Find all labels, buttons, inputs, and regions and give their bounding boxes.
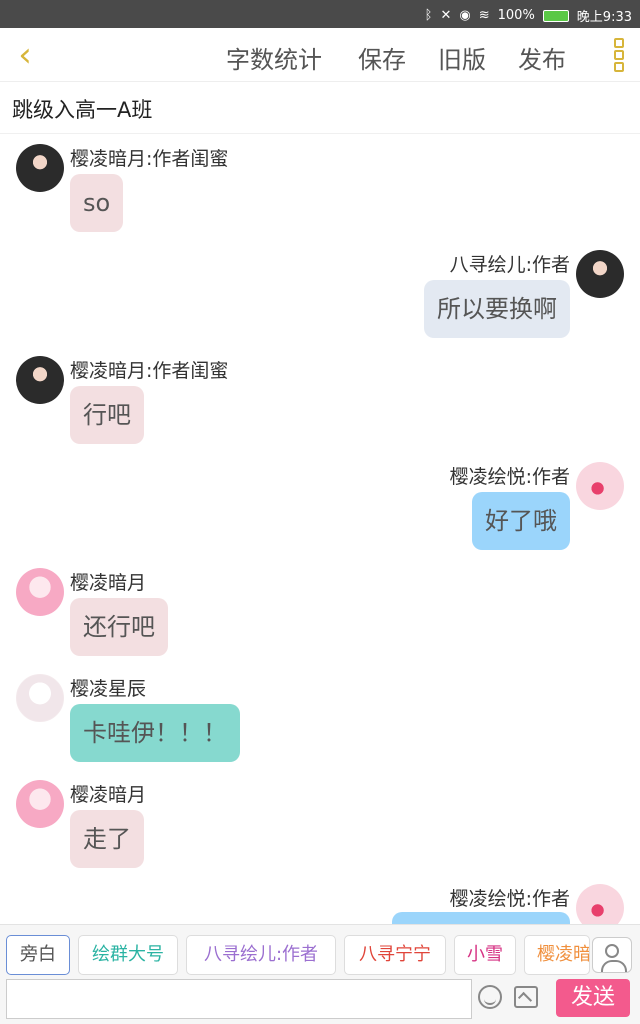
avatar[interactable] [16,674,64,722]
message-input[interactable] [6,979,472,1019]
avatar[interactable] [16,780,64,828]
avatar[interactable] [576,250,624,298]
sender-name: 樱凌绘悦:作者 [449,888,570,910]
status-bar: ᛒ ✕ ◉ ≋ 100% 晚上9:33 [0,0,640,28]
sender-name: 樱凌暗月 [70,784,147,806]
save-button[interactable]: 保存 [358,40,406,75]
eye-icon: ◉ [459,8,471,23]
message-bubble[interactable]: so [70,174,124,232]
sender-name: 樱凌暗月:作者闺蜜 [70,148,229,170]
wifi-icon: ≋ [478,8,490,23]
message-bubble[interactable]: 还行吧 [70,598,168,656]
avatar[interactable] [576,884,624,924]
publish-button[interactable]: 发布 [518,40,566,75]
battery-percent: 100% [497,8,535,23]
message-bubble[interactable]: 好了哦 [472,492,570,550]
back-chevron-icon[interactable]: ‹ [10,38,40,72]
role-chip[interactable]: 旁白 [6,935,70,975]
mute-icon: ✕ [440,8,452,23]
role-chip[interactable]: 八寻绘儿:作者 [186,935,336,975]
message-bubble[interactable]: 所以要换啊 [424,280,570,338]
avatar[interactable] [16,568,64,616]
clock: 晚上9:33 [576,10,632,25]
image-icon[interactable] [514,986,538,1008]
battery-icon [542,9,569,22]
emoji-icon[interactable] [478,985,502,1009]
message-bubble[interactable]: 卡哇伊！！！ [70,704,240,762]
chapter-title-bar: 跳级入高一A班 [0,82,640,134]
user-icon[interactable] [592,937,632,973]
chat-list[interactable]: 樱凌暗月:作者闺蜜 so 八寻绘儿:作者 所以要换啊 樱凌暗月:作者闺蜜 行吧 … [0,134,640,924]
sender-name: 樱凌星辰 [70,678,147,700]
role-chip[interactable]: 八寻宁宁 [344,935,446,975]
word-count-button[interactable]: 字数统计 [226,40,322,75]
role-chip[interactable]: 绘群大号 [78,935,178,975]
old-version-button[interactable]: 旧版 [438,40,486,75]
sender-name: 樱凌暗月 [70,572,147,594]
avatar[interactable] [576,462,624,510]
composer-bar: 旁白 绘群大号 八寻绘儿:作者 八寻宁宁 小雪 樱凌暗 发送 [0,924,640,1024]
message-bubble[interactable] [392,912,570,924]
sender-name: 樱凌绘悦:作者 [449,466,570,488]
message-bubble[interactable]: 走了 [70,810,144,868]
sender-name: 八寻绘儿:作者 [449,254,570,276]
role-chip[interactable]: 樱凌暗 [524,935,590,975]
more-icon[interactable] [614,38,626,72]
avatar[interactable] [16,144,64,192]
send-button[interactable]: 发送 [556,979,630,1017]
bluetooth-icon: ᛒ [424,8,433,23]
message-bubble[interactable]: 行吧 [70,386,144,444]
top-bar: ‹ 字数统计 保存 旧版 发布 [0,28,640,82]
chapter-title[interactable]: 跳级入高一A班 [12,94,152,124]
avatar[interactable] [16,356,64,404]
role-chip[interactable]: 小雪 [454,935,516,975]
sender-name: 樱凌暗月:作者闺蜜 [70,360,229,382]
